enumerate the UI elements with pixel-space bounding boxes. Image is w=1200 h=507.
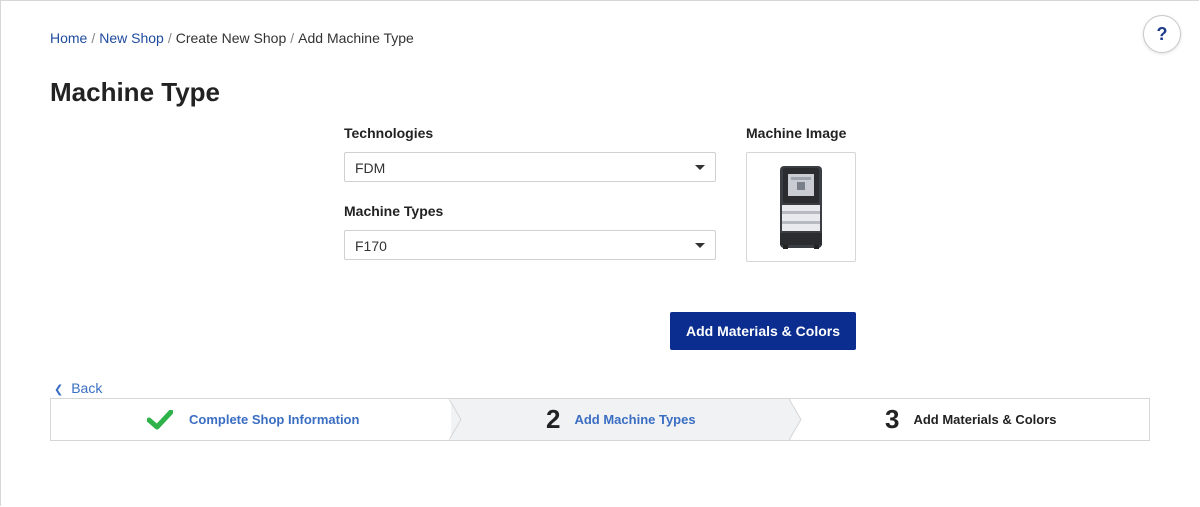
step-divider: [789, 399, 802, 440]
help-button[interactable]: ?: [1143, 15, 1181, 53]
chevron-down-icon: [695, 243, 705, 248]
breadcrumb-separator: /: [167, 30, 172, 46]
step-complete-shop-information: Complete Shop Information: [147, 399, 359, 440]
step-number: 3: [885, 404, 900, 434]
step-label: Add Materials & Colors: [913, 412, 1057, 427]
step-label: Complete Shop Information: [189, 412, 360, 427]
chevron-down-icon: [695, 165, 705, 170]
breadcrumb-current: Add Machine Type: [298, 30, 414, 46]
page-title: Machine Type: [50, 77, 221, 107]
step-add-machine-types: 2 Add Machine Types: [546, 399, 696, 440]
step-divider: [449, 399, 462, 440]
breadcrumb-new-shop[interactable]: New Shop: [99, 30, 164, 46]
breadcrumb-separator: /: [91, 30, 96, 46]
machine-types-label: Machine Types: [344, 203, 444, 219]
help-icon: ?: [1156, 24, 1168, 44]
back-link[interactable]: ❮ Back: [54, 380, 102, 396]
machine-types-value: F170: [355, 238, 387, 254]
breadcrumb-home[interactable]: Home: [50, 30, 87, 46]
chevron-left-icon: ❮: [54, 384, 64, 396]
step-add-materials-colors: 3 Add Materials & Colors: [885, 399, 1057, 440]
breadcrumb: Home / New Shop / Create New Shop / Add Machin…: [50, 30, 414, 46]
machine-image-label: Machine Image: [746, 125, 847, 141]
breadcrumb-separator: /: [290, 30, 295, 46]
progress-stepper: Complete Shop Information 2 Add Machine …: [50, 398, 1150, 441]
breadcrumb-create-new-shop: Create New Shop: [175, 30, 287, 46]
add-materials-colors-button[interactable]: Add Materials & Colors: [670, 312, 856, 350]
checkmark-icon: [147, 409, 173, 429]
step-label: Add Machine Types: [574, 412, 696, 427]
technologies-label: Technologies: [344, 125, 434, 141]
machine-types-select[interactable]: F170: [344, 230, 716, 260]
back-label: Back: [71, 380, 103, 396]
3d-printer-icon: [780, 166, 822, 249]
technologies-select[interactable]: FDM: [344, 152, 716, 182]
technologies-value: FDM: [355, 160, 386, 176]
machine-image: [746, 152, 856, 262]
step-number: 2: [546, 404, 561, 434]
